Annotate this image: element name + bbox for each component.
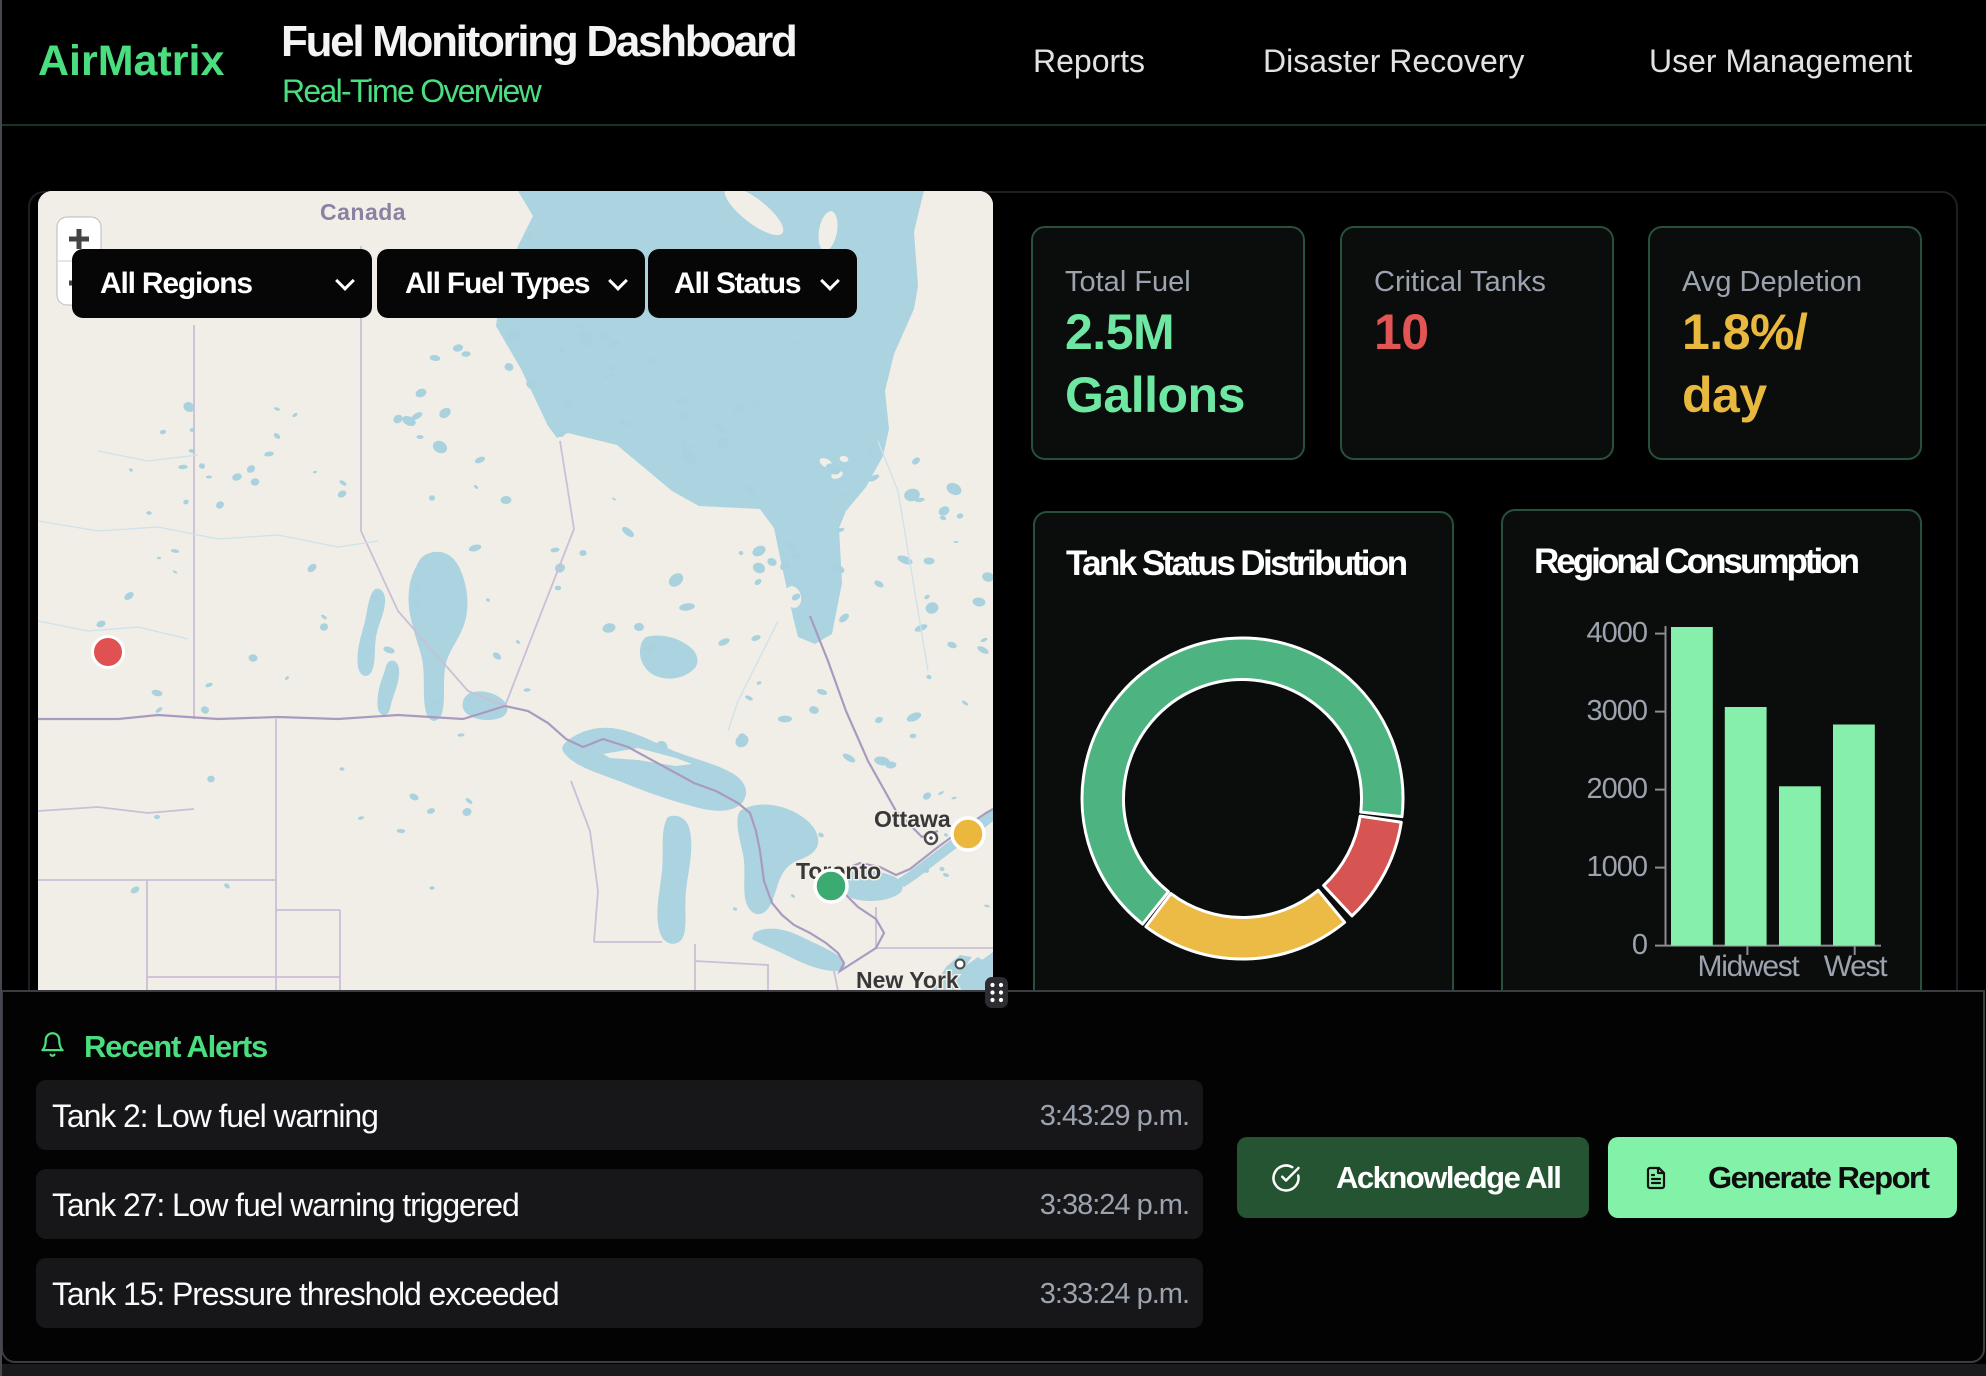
svg-text:Ottawa: Ottawa [874,806,951,832]
svg-text:Canada: Canada [320,199,406,225]
svg-text:New York: New York [856,967,959,991]
